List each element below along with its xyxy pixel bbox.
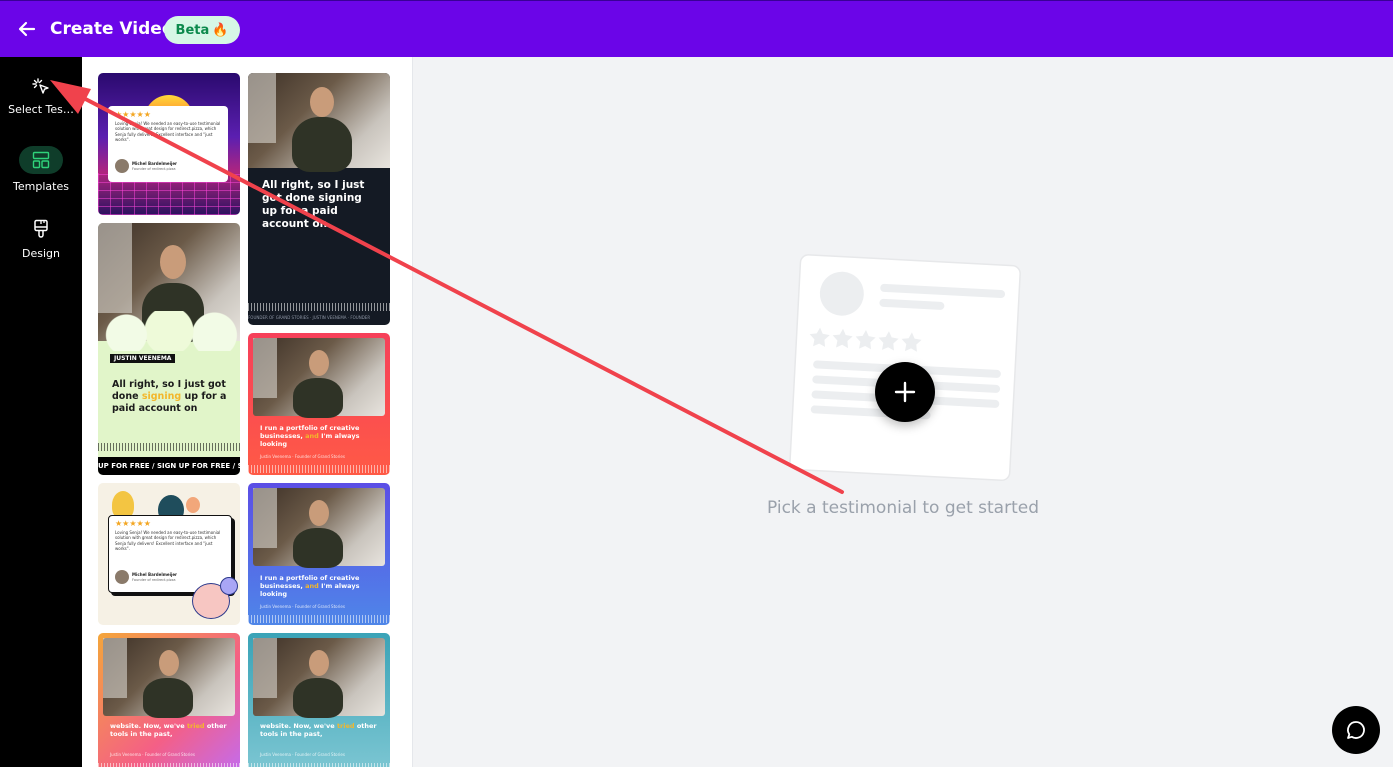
beta-label: Beta [175,22,210,38]
template-card-retro[interactable]: ★★★★★ Loving Senja! We needed an easy-to… [98,73,240,215]
video-frame [253,638,385,718]
cloud-shape [98,311,240,351]
arrow-left-icon [18,21,36,37]
paintbrush-icon [34,219,48,238]
rating-stars: ★★★★★ [115,110,151,119]
video-frame [103,638,235,718]
add-testimonial-button[interactable] [875,362,935,422]
author-line: Justin Veenema · Founder of Grand Storie… [260,752,345,757]
cursor-click-icon [32,78,49,94]
page-title: Create Video [50,19,174,39]
main-canvas: Pick a testimonial to get started [413,57,1393,767]
sidebar: Select Tes… Templates Design [0,57,82,767]
video-frame [253,488,385,568]
quote-text: website. Now, we've tried other tools in… [260,722,377,739]
author-line: Justin Veenema · Founder of Grand Storie… [110,752,195,757]
sidebar-item-label: Select Tes… [8,103,74,116]
template-card-dark[interactable]: All right, so I just got done signing up… [248,73,390,325]
avatar [115,570,129,584]
rating-stars: ★★★★★ [115,519,151,528]
audio-wave [98,443,240,451]
review-role: Founder of redirect.pizza [132,167,176,171]
chat-bubble-icon [1347,721,1365,739]
sidebar-item-label: Templates [13,180,69,193]
template-card-sunset[interactable]: website. Now, we've tried other tools in… [98,633,240,767]
video-frame [248,73,390,172]
audio-wave [248,465,390,473]
templates-panel: ★★★★★ Loving Senja! We needed an easy-to… [82,57,413,767]
mascot-bubble [220,577,238,595]
empty-state-text: Pick a testimonial to get started [766,498,1040,518]
template-card-floral[interactable]: ★★★★★ Loving Senja! We needed an easy-to… [98,483,240,625]
ticker-text: FOUNDER OF GRAND STORIES · JUSTIN VEENEM… [248,315,371,320]
beta-badge: Beta 🔥 [164,16,240,44]
plus-icon [894,381,916,403]
back-button[interactable] [16,18,38,40]
audio-wave [248,303,390,311]
author-line: Justin Veenema · Founder of Grand Storie… [260,604,345,609]
layout-icon [32,151,50,169]
sidebar-item-templates[interactable]: Templates [0,146,82,193]
author-line: Justin Veenema · Founder of Grand Storie… [260,454,345,459]
quote-text: I run a portfolio of creative businesses… [260,574,360,599]
quote-text: I run a portfolio of creative businesses… [260,424,360,449]
review-text: Loving Senja! We needed an easy-to-use t… [115,530,221,552]
chat-launcher-button[interactable] [1332,706,1380,754]
review-author: Michel Bardelmeijer [132,572,178,577]
quote-text: All right, so I just got done signing up… [112,379,227,414]
avatar [115,159,129,173]
sidebar-item-select-testimonial[interactable]: Select Tes… [0,77,82,116]
flower-shape [186,497,200,513]
fire-icon: 🔥 [212,22,229,38]
audio-wave [248,615,390,623]
ticker-text: UP FOR FREE / SIGN UP FOR FREE / SIG [98,457,240,475]
quote-text: website. Now, we've tried other tools in… [110,722,227,739]
template-card-green[interactable]: JUSTIN VEENEMA All right, so I just got … [98,223,240,475]
audio-wave [248,763,390,767]
audio-wave [98,763,240,767]
review-text: Loving Senja! We needed an easy-to-use t… [115,121,221,143]
sidebar-item-design[interactable]: Design [0,219,82,260]
top-bar: Create Video Beta 🔥 [0,0,1393,57]
templates-icon-pill [19,146,63,174]
name-tag: JUSTIN VEENEMA [110,354,176,363]
template-card-blue[interactable]: I run a portfolio of creative businesses… [248,483,390,625]
review-bubble: ★★★★★ Loving Senja! We needed an easy-to… [108,106,228,182]
review-bubble: ★★★★★ Loving Senja! We needed an easy-to… [108,515,232,593]
sidebar-item-label: Design [22,247,60,260]
quote-text: All right, so I just got done signing up… [262,179,365,231]
review-author: Michel Bardelmeijer [132,161,178,166]
review-role: Founder of redirect.pizza [132,578,176,582]
video-frame [253,338,385,418]
template-card-red[interactable]: I run a portfolio of creative businesses… [248,333,390,475]
template-card-teal[interactable]: website. Now, we've tried other tools in… [248,633,390,767]
